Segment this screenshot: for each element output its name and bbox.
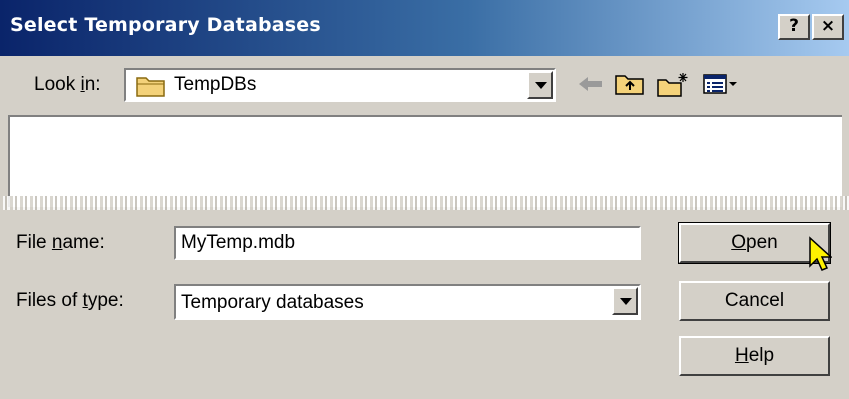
file-name-label: File name: (16, 232, 105, 253)
up-folder-icon[interactable] (614, 72, 646, 96)
file-list[interactable] (8, 115, 842, 207)
view-menu-icon[interactable] (702, 72, 738, 96)
look-in-combobox[interactable]: TempDBs (124, 68, 556, 102)
window-title: Select Temporary Databases (10, 14, 321, 36)
look-in-value: TempDBs (174, 74, 257, 95)
close-button[interactable]: × (812, 14, 844, 40)
files-of-type-dropdown-button[interactable] (612, 287, 638, 315)
folder-icon (136, 77, 165, 97)
files-of-type-label: Files of type: (16, 290, 124, 311)
file-name-input[interactable]: MyTemp.mdb (174, 226, 641, 260)
mouse-cursor-icon (809, 236, 832, 271)
chevron-down-icon (620, 298, 632, 305)
back-arrow-icon[interactable] (576, 72, 606, 96)
file-name-value: MyTemp.mdb (181, 232, 296, 253)
file-list-edge (0, 196, 849, 210)
help-button[interactable]: Help (679, 336, 830, 376)
cancel-button[interactable]: Cancel (679, 281, 830, 321)
new-folder-icon[interactable] (656, 72, 690, 98)
look-in-label: Look in: (34, 74, 101, 95)
files-of-type-select[interactable]: Temporary databases (174, 284, 641, 320)
chevron-down-icon (535, 82, 547, 89)
select-temporary-databases-dialog: Select Temporary Databases ? × Look in: … (0, 0, 849, 399)
help-title-button[interactable]: ? (778, 14, 810, 40)
files-of-type-value: Temporary databases (181, 292, 364, 313)
look-in-dropdown-button[interactable] (527, 71, 553, 99)
title-bar: Select Temporary Databases ? × (0, 0, 849, 56)
